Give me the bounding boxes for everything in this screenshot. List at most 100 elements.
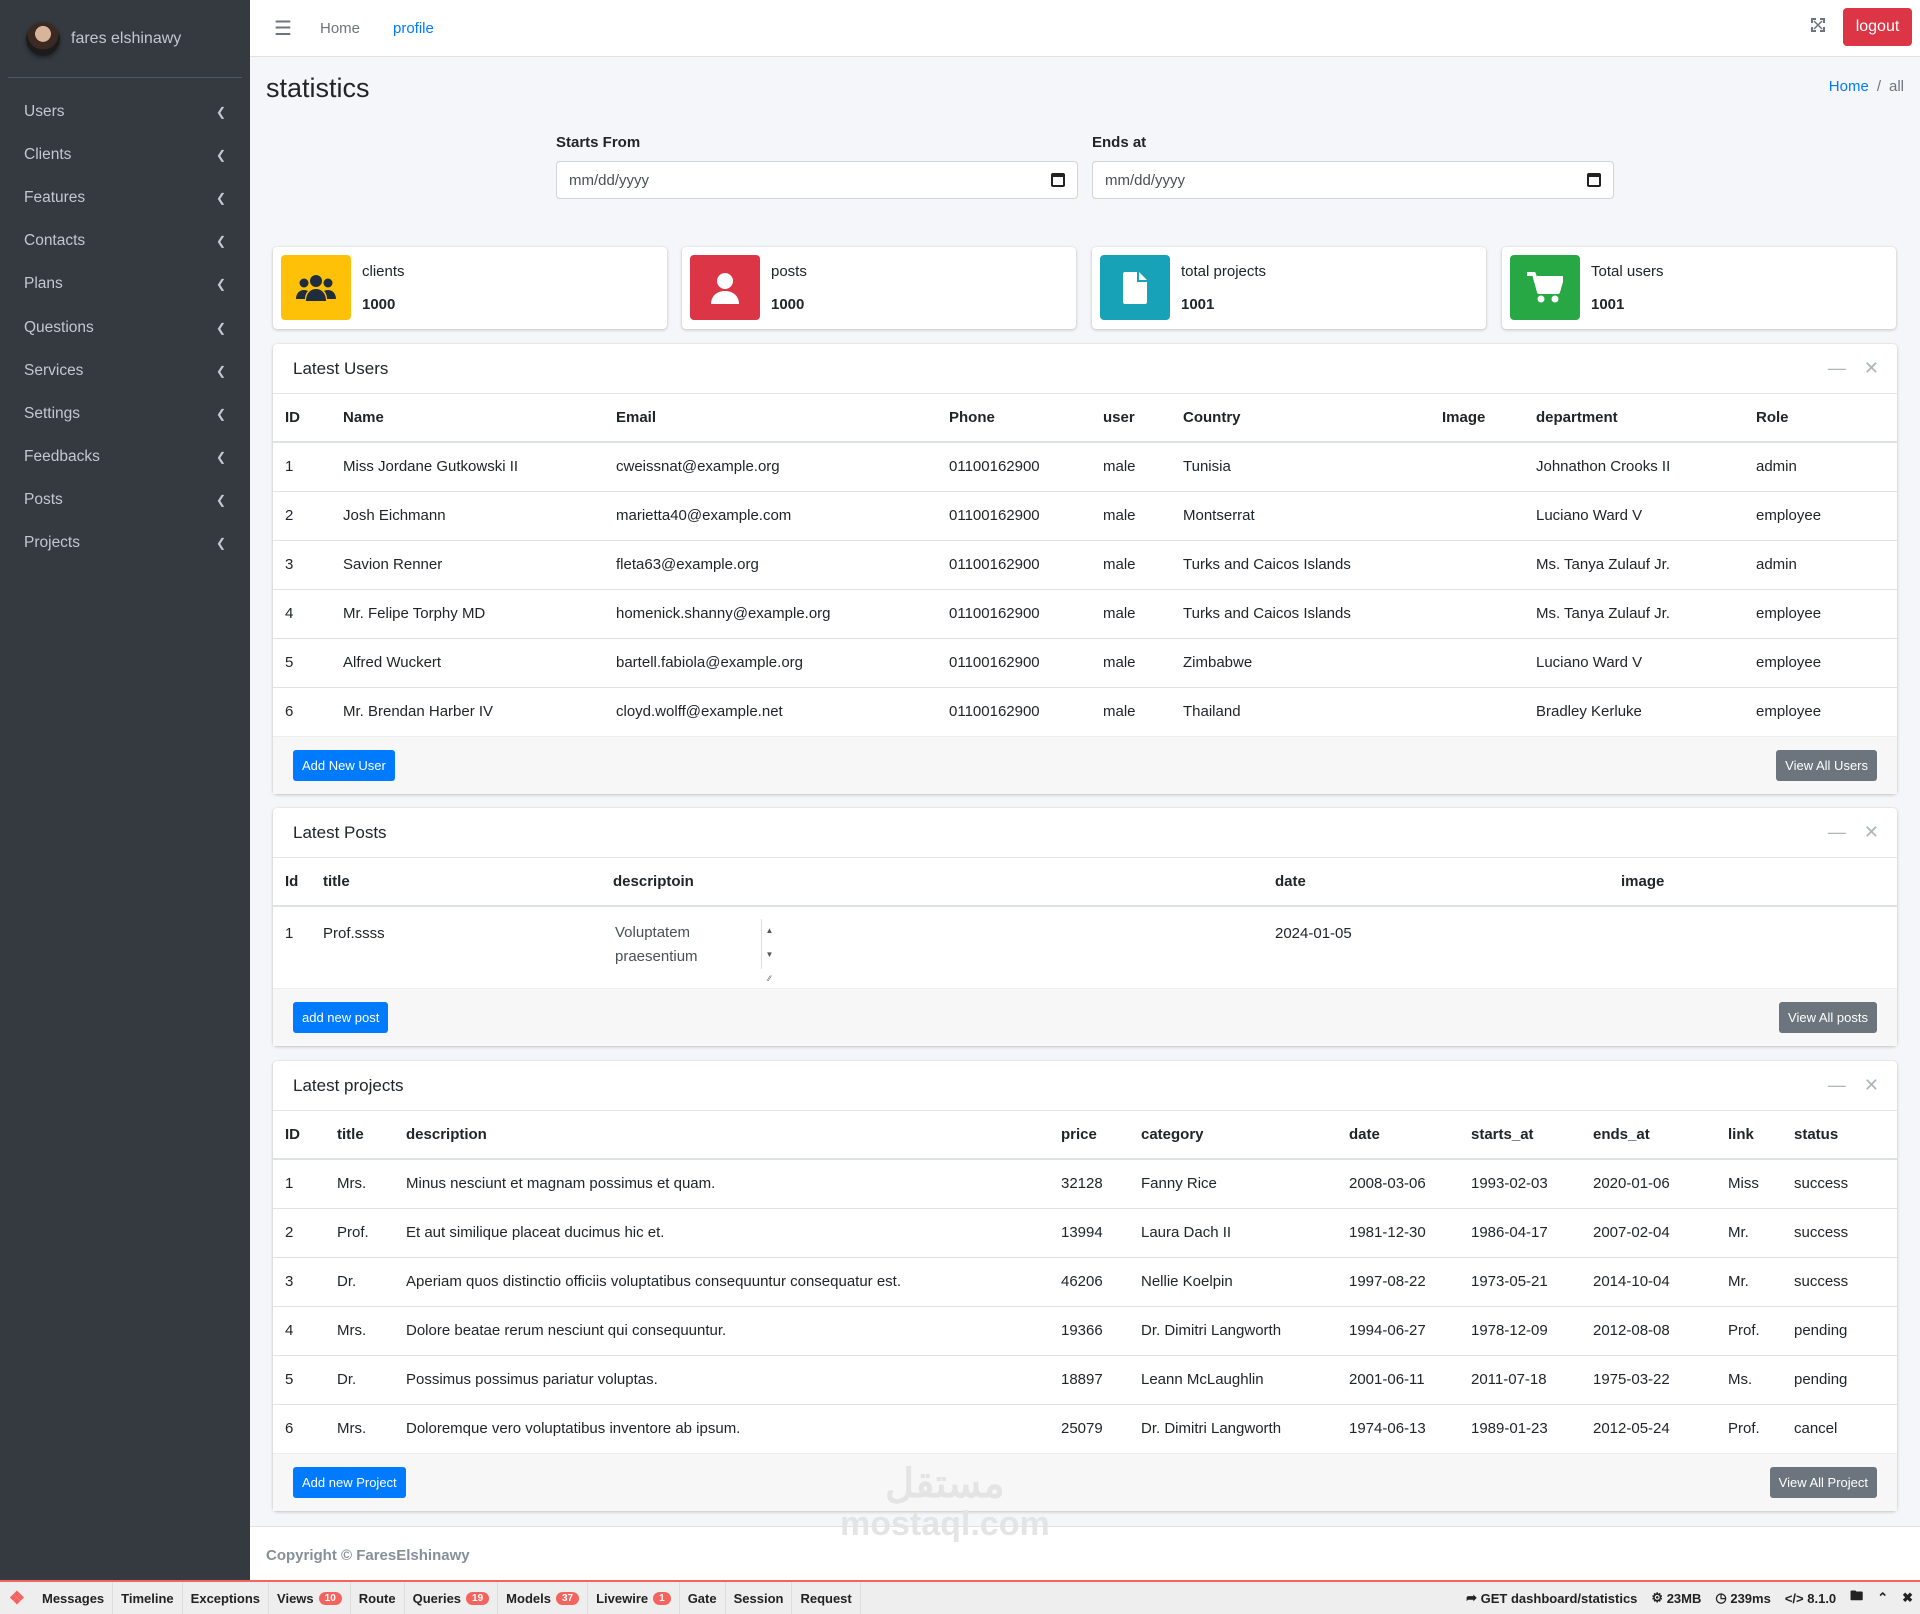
- calendar-icon[interactable]: [1587, 173, 1601, 187]
- table-cell: Bradley Kerluke: [1536, 703, 1642, 721]
- calendar-icon[interactable]: [1051, 173, 1065, 187]
- debug-tab-gate[interactable]: Gate: [680, 1582, 726, 1614]
- column-header: starts_at: [1459, 1111, 1581, 1160]
- ends-at-input[interactable]: mm/dd/yyyy: [1092, 161, 1614, 199]
- close-icon[interactable]: ✕: [1864, 1075, 1879, 1096]
- page-title: statistics: [266, 73, 370, 103]
- debug-tab-models[interactable]: Models 37: [498, 1582, 589, 1614]
- close-debugbar-icon[interactable]: ✖: [1895, 1582, 1920, 1614]
- column-header: department: [1524, 394, 1744, 443]
- sidebar-item-questions[interactable]: Questions ❮: [0, 306, 250, 349]
- debug-tab-views[interactable]: Views 10: [269, 1582, 351, 1614]
- view-all-project-button[interactable]: View All Project: [1769, 1467, 1877, 1498]
- debug-tab-exceptions[interactable]: Exceptions: [183, 1582, 270, 1614]
- column-header: ends_at: [1581, 1111, 1716, 1160]
- debug-tab-badge: 10: [318, 1591, 342, 1605]
- route-info[interactable]: ➦ GET dashboard/statistics: [1459, 1582, 1644, 1614]
- collapse-icon[interactable]: —: [1828, 1075, 1846, 1096]
- table-cell: 2001-06-11: [1337, 1355, 1459, 1405]
- debug-tab-badge: 37: [555, 1591, 580, 1605]
- debug-tab-label: Timeline: [121, 1590, 174, 1606]
- logout-button[interactable]: logout: [1843, 8, 1912, 46]
- table-cell: Mrs.: [337, 1420, 367, 1438]
- view-all-posts-button[interactable]: View All posts: [1779, 1002, 1877, 1033]
- post-description-textarea[interactable]: Voluptatem praesentium ▲ ▼ ∕∕: [613, 917, 777, 983]
- debug-tab-queries[interactable]: Queries 19: [405, 1582, 499, 1614]
- sidebar-item-clients[interactable]: Clients ❮: [0, 133, 250, 176]
- view-all-users-button[interactable]: View All Users: [1776, 750, 1877, 781]
- menu-toggle-icon[interactable]: ☰: [274, 16, 292, 41]
- php-version: </> 8.1.0: [1784, 1590, 1837, 1606]
- sidebar-user-name[interactable]: fares elshinawy: [71, 30, 181, 48]
- info-box-label: Total users: [1591, 263, 1664, 280]
- table-cell: 2012-08-08: [1581, 1306, 1716, 1356]
- sidebar-item-contacts[interactable]: Contacts ❮: [0, 220, 250, 263]
- maximize-icon[interactable]: ⌃: [1870, 1582, 1895, 1614]
- user-panel[interactable]: fares elshinawy: [8, 0, 242, 78]
- column-header: user: [1091, 394, 1171, 443]
- table-cell: Luciano Ward V: [1524, 491, 1744, 541]
- table-cell: male: [1091, 442, 1171, 492]
- info-box-value: 1001: [1591, 296, 1625, 313]
- sidebar-item-feedbacks[interactable]: Feedbacks ❮: [0, 436, 250, 479]
- debug-tab-route[interactable]: Route: [351, 1582, 405, 1614]
- table-cell: 4: [273, 1306, 325, 1356]
- debug-tab-livewire[interactable]: Livewire 1: [588, 1582, 680, 1614]
- add-new-project-button[interactable]: Add new Project: [293, 1467, 406, 1498]
- starts-from-input[interactable]: mm/dd/yyyy: [556, 161, 1078, 199]
- textarea-scrollbar[interactable]: ▲ ▼ ∕∕: [761, 919, 777, 983]
- chevron-left-icon: ❮: [215, 147, 226, 162]
- table-cell: Mr. Felipe Torphy MD: [331, 589, 604, 639]
- laravel-logo-icon[interactable]: ❖: [0, 1582, 34, 1614]
- latest-users-table: ID Name Email Phone user Country Image departme…: [273, 394, 1897, 736]
- nav-link-home[interactable]: Home: [320, 20, 360, 37]
- close-icon[interactable]: ✕: [1864, 358, 1879, 379]
- sidebar-item-settings[interactable]: Settings ❮: [0, 392, 250, 435]
- close-icon[interactable]: ✕: [1864, 822, 1879, 843]
- card-footer: add new post View All posts: [273, 988, 1897, 1046]
- folder-icon[interactable]: 🖿: [1843, 1582, 1870, 1614]
- debug-tab-messages[interactable]: Messages: [34, 1582, 114, 1614]
- info-box-clients: clients 1000: [273, 247, 667, 329]
- column-header: status: [1782, 1111, 1897, 1160]
- post-id: 1: [285, 925, 294, 942]
- fullscreen-icon[interactable]: [1810, 17, 1826, 38]
- sidebar-item-services[interactable]: Services ❮: [0, 349, 250, 392]
- column-header: Image: [1430, 394, 1524, 443]
- table-cell: 2007-02-04: [1581, 1208, 1716, 1258]
- table-cell: employee: [1744, 491, 1897, 541]
- sidebar-item-label: Features: [24, 188, 86, 206]
- breadcrumb-home[interactable]: Home: [1829, 78, 1869, 95]
- sidebar-item-plans[interactable]: Plans ❮: [0, 263, 250, 306]
- sidebar-item-users[interactable]: Users ❮: [0, 90, 250, 133]
- sidebar-nav: Users ❮ Clients ❮ Features ❮ Contacts ❮ Plans ❮ Qu…: [0, 90, 250, 565]
- latest-projects-table: ID title description price category date start…: [273, 1111, 1897, 1453]
- column-header: category: [1129, 1111, 1337, 1160]
- debug-tab-session[interactable]: Session: [726, 1582, 793, 1614]
- card-tools: — ✕: [1828, 358, 1879, 379]
- table-header-row: ID Name Email Phone user Country Image departme…: [273, 394, 1897, 443]
- table-cell: Josh Eichmann: [331, 491, 604, 541]
- time-text: 239ms: [1730, 1590, 1771, 1606]
- nav-link-profile[interactable]: profile: [393, 20, 434, 37]
- add-new-post-button[interactable]: add new post: [293, 1002, 389, 1033]
- collapse-icon[interactable]: —: [1828, 822, 1846, 843]
- table-cell: Aperiam quos distinctio officiis volupta…: [394, 1257, 1049, 1307]
- table-cell: homenick.shanny@example.org: [604, 589, 937, 639]
- collapse-icon[interactable]: —: [1828, 358, 1846, 379]
- user-icon: [690, 255, 760, 320]
- table-cell: [1430, 491, 1524, 541]
- sidebar-item-features[interactable]: Features ❮: [0, 176, 250, 219]
- table-cell: 2008-03-06: [1337, 1159, 1459, 1209]
- post-image: [1609, 906, 1897, 988]
- debug-tab-timeline[interactable]: Timeline: [113, 1582, 183, 1614]
- sidebar-item-projects[interactable]: Projects ❮: [0, 522, 250, 565]
- sidebar-item-posts[interactable]: Posts ❮: [0, 479, 250, 522]
- debug-tab-label: Gate: [687, 1590, 717, 1606]
- debug-tab-request[interactable]: Request: [792, 1582, 861, 1614]
- add-new-user-button[interactable]: Add New User: [293, 750, 395, 781]
- table-cell: Mr.: [1716, 1208, 1782, 1258]
- table-cell: male: [1091, 638, 1171, 688]
- debug-tab-label: Request: [800, 1590, 852, 1606]
- table-row: 1 Miss Jordane Gutkowski II cweissnat@exam…: [273, 442, 1897, 492]
